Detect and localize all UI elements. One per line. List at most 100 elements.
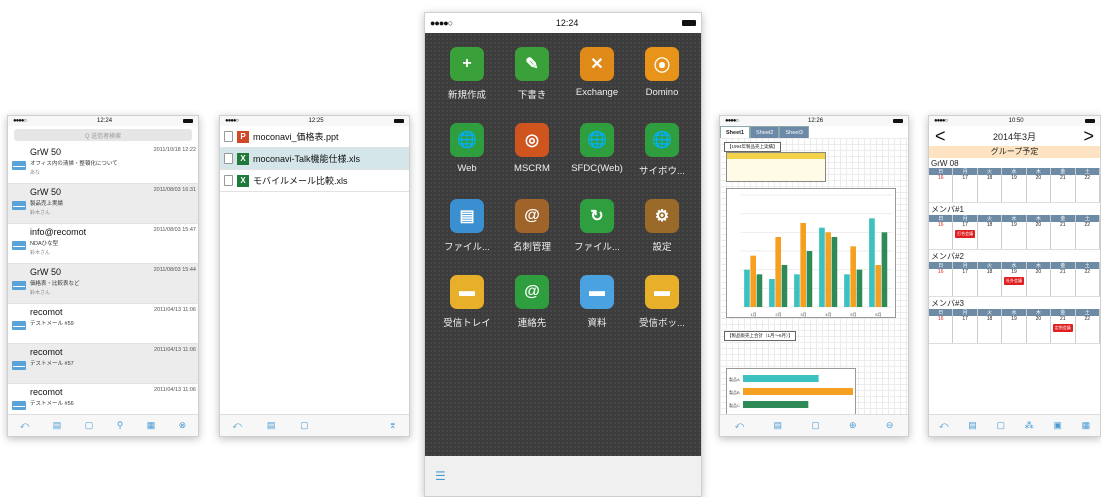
reply-icon[interactable]: ⤺ <box>939 420 949 431</box>
mail-row[interactable]: info@recomot 2011/08/03 15:47 NDAひな型 鈴木さん <box>8 224 198 264</box>
schedule-cell[interactable] <box>1051 183 1076 202</box>
folder-icon[interactable]: ▢ <box>996 420 1005 431</box>
app-tile[interactable]: ⚙ 設定 <box>632 199 692 253</box>
weekday-label: 金 <box>1051 309 1076 316</box>
schedule-cell[interactable]: 打合会議 <box>953 230 978 249</box>
schedule-cell[interactable]: 社外会議 <box>1002 277 1027 296</box>
mail-row[interactable]: recomot 2011/04/13 11:06 テストメール #57 <box>8 344 198 384</box>
app-icon: ▤ <box>450 199 484 233</box>
schedule-cell[interactable] <box>1076 324 1100 343</box>
reply-icon[interactable]: ⤺ <box>232 420 242 431</box>
reply-icon[interactable]: ⤺ <box>735 420 745 431</box>
schedule-cell[interactable] <box>1002 324 1027 343</box>
app-tile[interactable]: @ 連絡先 <box>502 275 562 329</box>
schedule-cell[interactable] <box>1027 324 1052 343</box>
tab-sheet3[interactable]: Sheet3 <box>779 126 809 138</box>
app-label: 資料 <box>587 318 607 329</box>
group-icon[interactable]: ⁂ <box>1025 420 1034 431</box>
mail-row[interactable]: GrW 50 2011/10/18 12:22 オフィス内の清掃・整頓化について あな <box>8 144 198 184</box>
event-badge[interactable]: 打合会議 <box>955 230 976 238</box>
weekday-label: 水 <box>1002 309 1027 316</box>
app-tile[interactable]: ✕ Exchange <box>567 47 627 101</box>
document-icon[interactable]: ▢ <box>811 420 820 431</box>
grid-icon[interactable]: ▦ <box>1082 420 1091 431</box>
list-icon[interactable]: ▤ <box>774 420 783 431</box>
file-row[interactable]: X モバイルメール比較.xls <box>220 170 409 192</box>
schedule-row[interactable]: 社外会議 <box>929 277 1100 297</box>
schedule-cell[interactable]: 定例会議 <box>1051 324 1076 343</box>
list-icon[interactable]: ▤ <box>267 420 276 431</box>
app-tile[interactable]: + 新規作成 <box>437 47 497 101</box>
schedule-row[interactable]: 打合会議 <box>929 230 1100 250</box>
schedule-cell[interactable] <box>1027 230 1052 249</box>
schedule-cell[interactable] <box>929 230 954 249</box>
envelope-icon <box>12 281 26 290</box>
mail-row[interactable]: recomot 2011/04/13 11:06 テストメール #59 <box>8 304 198 344</box>
list-icon[interactable]: ▤ <box>968 420 977 431</box>
schedule-cell[interactable] <box>929 324 954 343</box>
schedule-cell[interactable] <box>1076 183 1100 202</box>
chart-bar <box>800 223 806 307</box>
app-tile[interactable]: ▬ 受信ボッ... <box>632 275 692 329</box>
status-time: 10:50 <box>1008 118 1024 124</box>
list-icon[interactable]: ▤ <box>53 420 62 431</box>
chevron-right-icon[interactable]: > <box>1083 127 1094 145</box>
schedule-cell[interactable] <box>953 277 978 296</box>
schedule-cell[interactable] <box>953 324 978 343</box>
schedule-row[interactable]: 定例会議 <box>929 324 1100 344</box>
file-row[interactable]: Pmoconavi_価格表.ppt <box>220 126 409 148</box>
excel-icon: X <box>237 174 249 187</box>
schedule-cell[interactable] <box>978 183 1003 202</box>
folder-icon[interactable]: ▢ <box>300 420 309 431</box>
schedule-cell[interactable] <box>1027 277 1052 296</box>
schedule-cell[interactable] <box>1076 277 1100 296</box>
event-badge[interactable]: 社外会議 <box>1003 277 1024 285</box>
day-number: 20 <box>1027 222 1052 230</box>
schedule-cell[interactable] <box>978 324 1003 343</box>
schedule-cell[interactable] <box>1051 277 1076 296</box>
app-tile[interactable]: 🌐 サイボウ... <box>632 123 692 177</box>
app-tile[interactable]: ⦿ Domino <box>632 47 692 101</box>
search-icon[interactable]: ⚲ <box>117 420 124 431</box>
event-badge[interactable]: 定例会議 <box>1052 324 1073 332</box>
app-tile[interactable]: ▬ 受信トレイ <box>437 275 497 329</box>
chevron-left-icon[interactable]: < <box>935 127 946 145</box>
menu-icon[interactable]: ▦ <box>147 420 156 431</box>
app-tile[interactable]: ✎ 下書き <box>502 47 562 101</box>
app-tile[interactable]: 🌐 SFDC(Web) <box>567 123 627 177</box>
app-tile[interactable]: ▤ ファイル... <box>437 199 497 253</box>
mail-sender-name: 鈴木さん <box>30 210 51 216</box>
sort-icon[interactable]: ⌆ <box>389 420 397 431</box>
app-tile[interactable]: ▬ 資料 <box>567 275 627 329</box>
sender-search-input[interactable]: Q 送信者検索 <box>14 129 192 141</box>
folder-icon[interactable]: ▢ <box>85 420 94 431</box>
app-tile[interactable]: 🌐 Web <box>437 123 497 177</box>
schedule-cell[interactable] <box>978 230 1003 249</box>
chart-bar <box>850 246 856 307</box>
app-tile[interactable]: ↻ ファイル... <box>567 199 627 253</box>
schedule-cell[interactable] <box>1051 230 1076 249</box>
zoom-in-icon[interactable]: ⊕ <box>849 420 857 431</box>
app-tile[interactable]: ◎ MSCRM <box>502 123 562 177</box>
file-row[interactable]: Xmoconavi-Talk機能仕様.xls <box>220 148 409 170</box>
schedule-cell[interactable] <box>1002 230 1027 249</box>
list-icon[interactable]: ☰ <box>435 469 446 483</box>
app-tile[interactable]: @ 名刺管理 <box>502 199 562 253</box>
schedule-cell[interactable] <box>1027 183 1052 202</box>
chart-bar <box>831 237 838 307</box>
mail-row[interactable]: GrW 50 2011/08/03 15:44 価格表・比較表など 鈴木さん <box>8 264 198 304</box>
calendar-icon[interactable]: ▣ <box>1053 420 1062 431</box>
mail-row[interactable]: GrW 50 2011/08/03 16:31 製品売上実績 鈴木さん <box>8 184 198 224</box>
settings-icon[interactable]: ⊗ <box>179 420 187 431</box>
tab-sheet1[interactable]: Sheet1 <box>720 126 751 138</box>
schedule-cell[interactable] <box>953 183 978 202</box>
schedule-cell[interactable] <box>929 183 954 202</box>
schedule-cell[interactable] <box>978 277 1003 296</box>
tab-sheet2[interactable]: Sheet2 <box>750 126 780 138</box>
zoom-out-icon[interactable]: ⊖ <box>886 420 894 431</box>
schedule-cell[interactable] <box>1076 230 1100 249</box>
schedule-cell[interactable] <box>929 277 954 296</box>
schedule-row[interactable] <box>929 183 1100 203</box>
schedule-cell[interactable] <box>1002 183 1027 202</box>
reply-icon[interactable]: ⤺ <box>20 420 30 431</box>
